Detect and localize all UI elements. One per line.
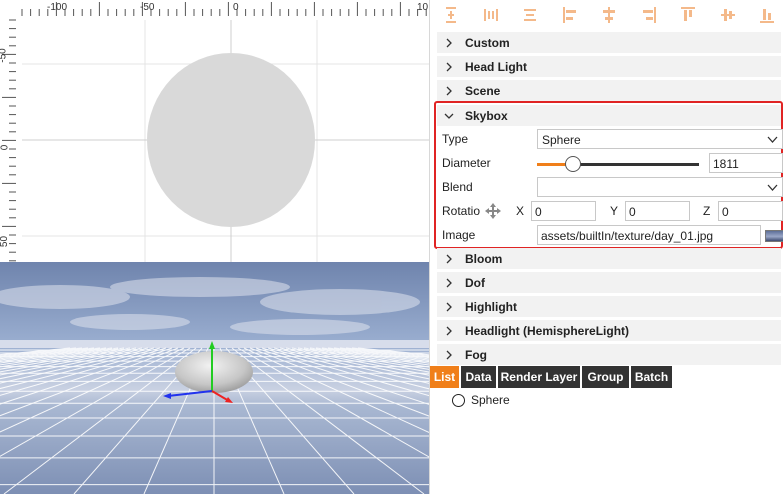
distribute-horizontal-icon[interactable] [483,6,499,24]
rotation-x-input[interactable]: 0 [531,201,596,221]
align-center-horizontal-icon[interactable] [601,6,617,24]
type-select-value: Sphere [542,133,581,147]
align-top-icon[interactable] [680,6,696,24]
viewport-area: -100 -50 0 10 -50 0 50 [0,0,429,494]
type-label: Type [442,132,469,146]
diameter-row: Diameter 1811 [442,152,783,174]
tab-group[interactable]: Group [582,366,629,388]
diameter-label: Diameter [442,156,491,170]
blend-row: Blend [442,176,783,198]
chevron-right-icon [446,326,452,336]
chevron-down-icon [767,136,778,143]
section-title: Head Light [465,60,527,74]
image-path-value: assets/builtIn/texture/day_01.jpg [541,229,714,243]
align-center-vertical-icon[interactable] [720,6,736,24]
ruler-label-top: -100 [47,2,68,13]
image-thumbnail[interactable] [765,230,783,242]
skybox-panel: Skybox Type Sphere Diameter 1811 Blend R… [434,101,783,249]
ruler-label-top: -50 [140,2,155,13]
section-custom[interactable]: Custom [437,32,781,54]
chevron-right-icon [446,62,452,72]
ruler-label-left: 50 [0,235,11,248]
chevron-down-icon [767,184,778,191]
distribute-vertical-icon[interactable] [443,6,459,24]
align-lines-icon[interactable] [522,6,538,24]
ruler-label-left: -50 [0,48,9,63]
rotation-y-label: Y [610,204,619,218]
radio-circle-icon[interactable] [452,394,465,407]
align-left-icon[interactable] [562,6,578,24]
rotation-z-label: Z [703,204,711,218]
image-path-input[interactable]: assets/builtIn/texture/day_01.jpg [537,225,761,245]
diameter-input-value: 1811 [713,157,739,171]
section-title: Dof [465,276,485,290]
rotation-x-label: X [516,204,525,218]
ruler-label-top: 0 [233,2,239,13]
properties-panel: Custom Head Light Scene Skybox Type Sphe… [430,0,783,494]
chevron-right-icon [446,38,452,48]
blend-select[interactable] [537,177,783,197]
section-dof[interactable]: Dof [437,272,781,294]
rotation-row: Rotatio X 0 Y 0 Z 0 [442,200,783,222]
move-arrows-icon[interactable] [484,202,502,220]
rotation-y-input[interactable]: 0 [625,201,690,221]
chevron-right-icon [446,254,452,264]
canvas-3d-view[interactable] [0,262,429,494]
chevron-right-icon [446,86,452,96]
canvas-3d-svg[interactable] [0,262,429,494]
list-item-label: Sphere [471,393,510,407]
sphere-shape-2d[interactable] [147,53,315,227]
image-row: Image assets/builtIn/texture/day_01.jpg [442,224,783,246]
section-highlight[interactable]: Highlight [437,296,781,318]
section-title: Skybox [465,109,508,123]
section-title: Fog [465,348,487,362]
section-head-light[interactable]: Head Light [437,56,781,78]
chevron-down-icon [444,113,454,119]
section-title: Highlight [465,300,517,314]
chevron-right-icon [446,350,452,360]
blend-label: Blend [442,180,473,194]
section-fog[interactable]: Fog [437,344,781,366]
type-row: Type Sphere [442,128,783,150]
slider-thumb[interactable] [564,156,581,172]
align-right-icon[interactable] [641,6,657,24]
tab-render-layer[interactable]: Render Layer [498,366,580,388]
rotation-y-value: 0 [629,205,636,219]
type-select[interactable]: Sphere [537,129,783,149]
rotation-x-value: 0 [535,205,542,219]
section-title: Custom [465,36,510,50]
ruler-label-left: 0 [0,144,11,151]
horizon-glow [0,340,429,348]
chevron-right-icon [446,302,452,312]
diameter-slider[interactable] [537,156,699,172]
section-headlight-hemisphere[interactable]: Headlight (HemisphereLight) [437,320,781,342]
canvas-2d-svg[interactable] [0,0,429,262]
tab-batch[interactable]: Batch [631,366,672,388]
canvas-2d-view[interactable]: -100 -50 0 10 -50 0 50 [0,0,429,262]
top-ruler [21,2,427,16]
rotation-z-input[interactable]: 0 [718,201,783,221]
image-label: Image [442,228,476,242]
tab-data[interactable]: Data [461,366,496,388]
section-title: Bloom [465,252,503,266]
section-title: Scene [465,84,501,98]
rotation-label: Rotatio [442,204,481,218]
section-title: Headlight (HemisphereLight) [465,324,630,338]
tab-list[interactable]: List [430,366,459,388]
section-bloom[interactable]: Bloom [437,248,781,270]
section-skybox[interactable]: Skybox [437,105,781,127]
align-bottom-icon[interactable] [759,6,775,24]
align-toolbar [430,0,783,30]
chevron-right-icon [446,278,452,288]
ruler-label-top: 10 [417,2,429,13]
rotation-z-value: 0 [722,205,729,219]
diameter-input[interactable]: 1811 [709,153,783,173]
sphere-shape-3d[interactable] [175,351,253,393]
section-scene[interactable]: Scene [437,80,781,102]
